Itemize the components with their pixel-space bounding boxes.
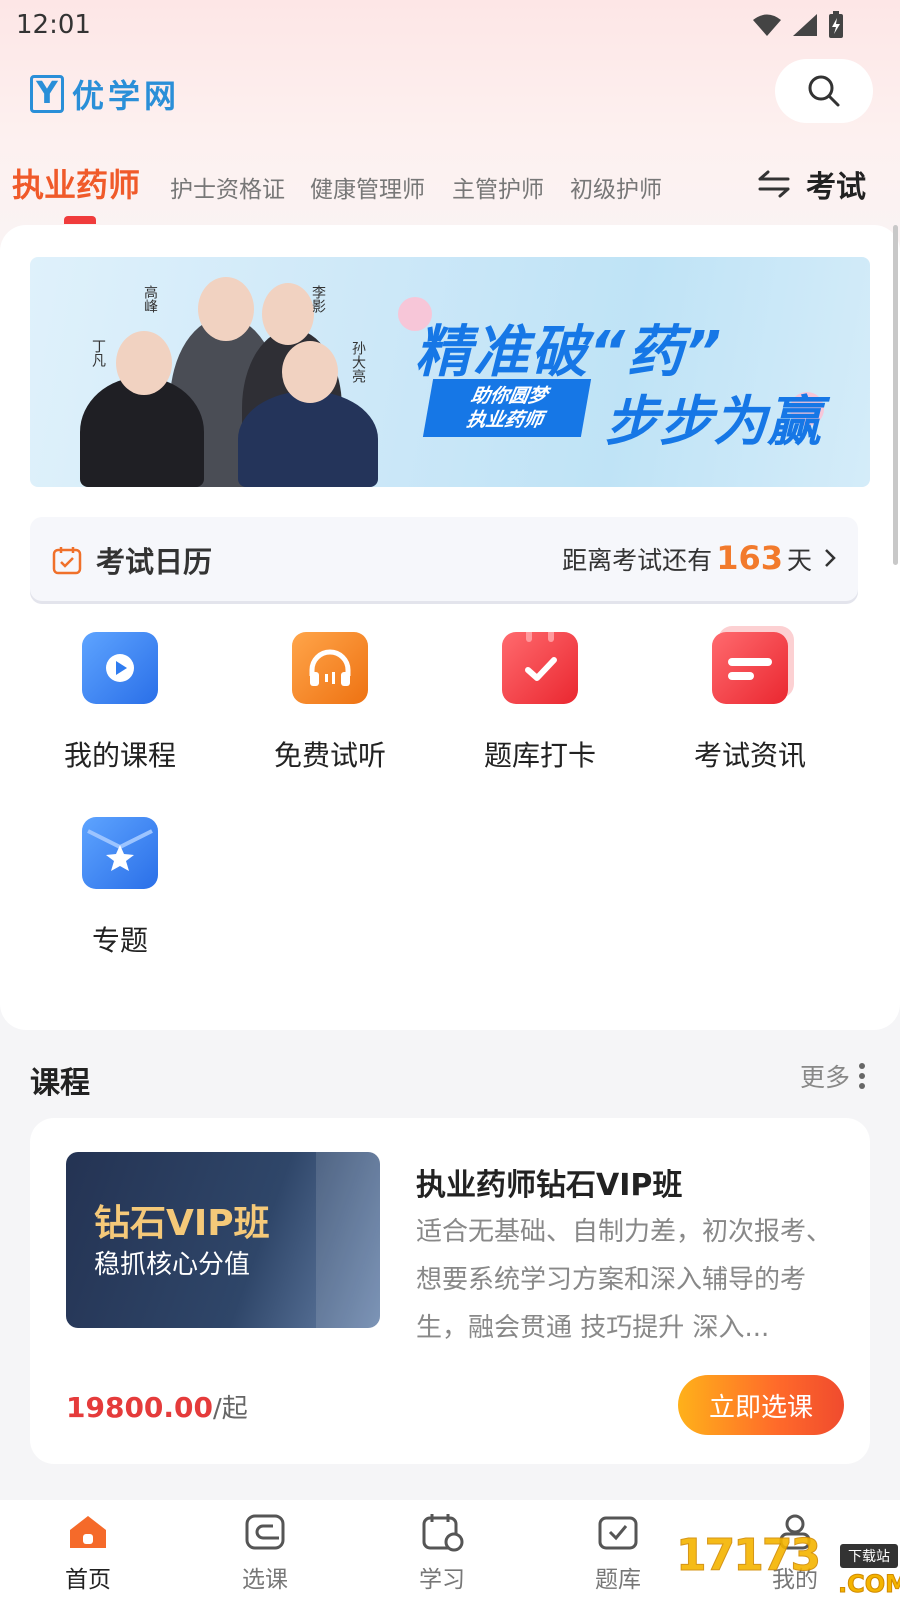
feature-exam-news[interactable]: 考试资讯 [660, 632, 840, 774]
logo-text: 优学网 [72, 77, 181, 115]
calendar-icon [52, 547, 82, 575]
countdown-prefix: 距离考试还有 [562, 546, 713, 575]
select-course-button[interactable]: 立即选课 [678, 1375, 844, 1435]
feature-label: 题库打卡 [483, 739, 596, 772]
watermark-tag: 下载站 [840, 1544, 898, 1568]
category-tab[interactable]: 初级护师 [570, 170, 662, 204]
signal-icon [793, 14, 817, 36]
feature-label: 专题 [91, 924, 148, 957]
exam-switch-button[interactable]: 考试 [758, 162, 866, 206]
tab-label: 选课 [242, 1567, 288, 1593]
teacher-name: 高峰 [142, 285, 158, 313]
category-indicator [64, 216, 96, 224]
tab-label: 题库 [595, 1567, 641, 1593]
exam-switch-label: 考试 [806, 170, 866, 205]
video-play-icon [82, 632, 168, 704]
teacher-head [116, 331, 172, 395]
thumb-decor [316, 1152, 380, 1328]
more-label: 更多 [800, 1063, 851, 1092]
course-description: 适合无基础、自制力差，初次报考、想要系统学习方案和深入辅导的考生，融会贯通 技巧… [416, 1217, 833, 1343]
teacher-name: 李影 [310, 285, 326, 313]
thumb-subtitle: 稳抓核心分值 [94, 1250, 251, 1280]
course-price: 19800.00/起 [66, 1388, 248, 1425]
banner-slogan: 步步为赢 [605, 390, 821, 453]
category-tab-active[interactable]: 执业药师 [12, 160, 140, 206]
question-bank-icon [598, 1516, 638, 1550]
banner-pill-line2: 执业药师 [464, 409, 545, 431]
status-icons [752, 11, 844, 39]
banner-pill-line1: 助你圆梦 [469, 385, 550, 407]
feature-free-trial[interactable]: 免费试听 [240, 632, 420, 774]
wifi-icon [753, 14, 781, 36]
price-value: 19800.00 [66, 1391, 214, 1424]
thumb-title: 钻石VIP班 [94, 1203, 270, 1244]
banner-pill: 助你圆梦 执业药师 [422, 379, 592, 437]
promo-banner[interactable]: 高峰 李影 丁凡 孙大亮 精准破“药” 助你圆梦 执业药师 步步为赢 [30, 257, 870, 487]
teacher-head [198, 277, 254, 341]
exam-countdown: 距离考试还有 163 天 [562, 539, 840, 577]
course-thumbnail: 钻石VIP班 稳抓核心分值 [66, 1152, 380, 1328]
teacher-name: 丁凡 [90, 339, 106, 367]
tab-question-bank[interactable]: 题库 [558, 1512, 678, 1594]
teacher-figure [238, 391, 378, 487]
app-logo: Y 优学网 [30, 71, 180, 117]
more-dots-icon [859, 1063, 866, 1089]
tab-study[interactable]: 学习 [382, 1512, 502, 1594]
feature-label: 免费试听 [273, 739, 386, 772]
category-tabs: 执业药师 护士资格证 健康管理师 主管护师 初级护师 考试 [0, 160, 900, 224]
countdown-suffix: 天 [786, 546, 812, 575]
course-more-button[interactable]: 更多 [800, 1058, 866, 1094]
category-tab[interactable]: 主管护师 [452, 170, 544, 204]
teacher-head [282, 341, 338, 403]
course-name: 执业药师钻石VIP班 [416, 1168, 683, 1203]
home-icon [70, 1516, 106, 1548]
swap-icon [758, 170, 790, 198]
headphones-icon [292, 632, 368, 704]
calendar-check-icon [502, 628, 578, 704]
home-main-card: 高峰 李影 丁凡 孙大亮 精准破“药” 助你圆梦 执业药师 步步为赢 考试日历 … [0, 225, 900, 1030]
category-tab[interactable]: 健康管理师 [310, 170, 425, 204]
status-bar: 12:01 [0, 0, 900, 50]
price-unit: /起 [213, 1394, 248, 1424]
search-button[interactable] [775, 59, 873, 123]
study-calendar-icon [422, 1514, 464, 1552]
feature-label: 我的课程 [63, 739, 176, 772]
feature-my-courses[interactable]: 我的课程 [30, 632, 210, 774]
star-folder-icon [82, 817, 158, 889]
search-icon [808, 75, 840, 107]
teacher-name: 孙大亮 [350, 341, 366, 383]
news-icon [712, 632, 788, 704]
watermark-logo: 17173 [675, 1530, 821, 1582]
calendar-title: 考试日历 [96, 545, 213, 579]
teacher-head [262, 283, 314, 345]
tab-label: 学习 [419, 1567, 465, 1593]
course-select-icon [245, 1514, 285, 1550]
countdown-days: 163 [716, 539, 783, 577]
watermark-suffix: .COM [837, 1570, 900, 1599]
logo-mark: Y [30, 75, 64, 113]
tab-course-select[interactable]: 选课 [205, 1512, 325, 1594]
tab-label: 首页 [65, 1567, 111, 1593]
feature-topics[interactable]: 专题 [30, 817, 210, 959]
chevron-right-icon [825, 549, 836, 567]
tab-home[interactable]: 首页 [28, 1512, 148, 1594]
category-tab[interactable]: 护士资格证 [170, 170, 285, 204]
scrollbar[interactable] [893, 225, 898, 565]
app-header: Y 优学网 [0, 55, 900, 130]
banner-title: 精准破“药” [415, 320, 724, 385]
exam-calendar-bar[interactable]: 考试日历 距离考试还有 163 天 [30, 517, 858, 601]
course-section-title: 课程 [30, 1066, 90, 1101]
battery-icon [829, 11, 843, 38]
feature-question-checkin[interactable]: 题库打卡 [450, 628, 630, 774]
course-card[interactable]: 钻石VIP班 稳抓核心分值 执业药师钻石VIP班 适合无基础、自制力差，初次报考… [30, 1118, 870, 1464]
status-time: 12:01 [16, 10, 91, 40]
feature-label: 考试资讯 [693, 739, 806, 772]
